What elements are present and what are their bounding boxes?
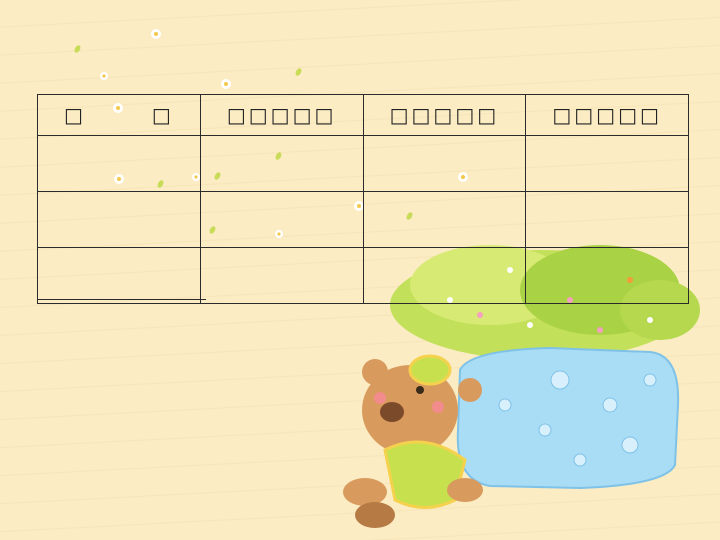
table-cell[interactable] <box>525 191 689 248</box>
table-row <box>37 247 689 304</box>
daisy-icon <box>151 29 161 39</box>
table-cell[interactable] <box>525 135 689 192</box>
header-char-right: □ <box>151 103 174 127</box>
header-char-left: □ <box>64 103 86 127</box>
table-cell[interactable] <box>362 135 527 192</box>
daisy-icon <box>100 72 108 80</box>
table-row <box>37 135 689 192</box>
data-table: □ □ □□□□□ □□□□□ □□□□□ <box>37 94 689 304</box>
table-header-cell: □ □ <box>37 94 201 136</box>
table-cell[interactable] <box>199 191 364 248</box>
table-underline <box>37 299 206 300</box>
table-cell[interactable] <box>37 191 201 248</box>
table-cell[interactable] <box>199 247 364 304</box>
table-header-cell: □□□□□ <box>362 94 527 136</box>
table-cell[interactable] <box>37 135 201 192</box>
table-cell[interactable] <box>362 191 527 248</box>
table-cell[interactable] <box>37 247 201 304</box>
table-header-row: □ □ □□□□□ □□□□□ □□□□□ <box>37 94 689 136</box>
daisy-icon <box>221 79 231 89</box>
table-header-cell: □□□□□ <box>199 94 364 136</box>
table-row <box>37 191 689 248</box>
table-cell[interactable] <box>362 247 527 304</box>
table-cell[interactable] <box>199 135 364 192</box>
table-cell[interactable] <box>525 247 689 304</box>
table-header-cell: □□□□□ <box>525 94 689 136</box>
